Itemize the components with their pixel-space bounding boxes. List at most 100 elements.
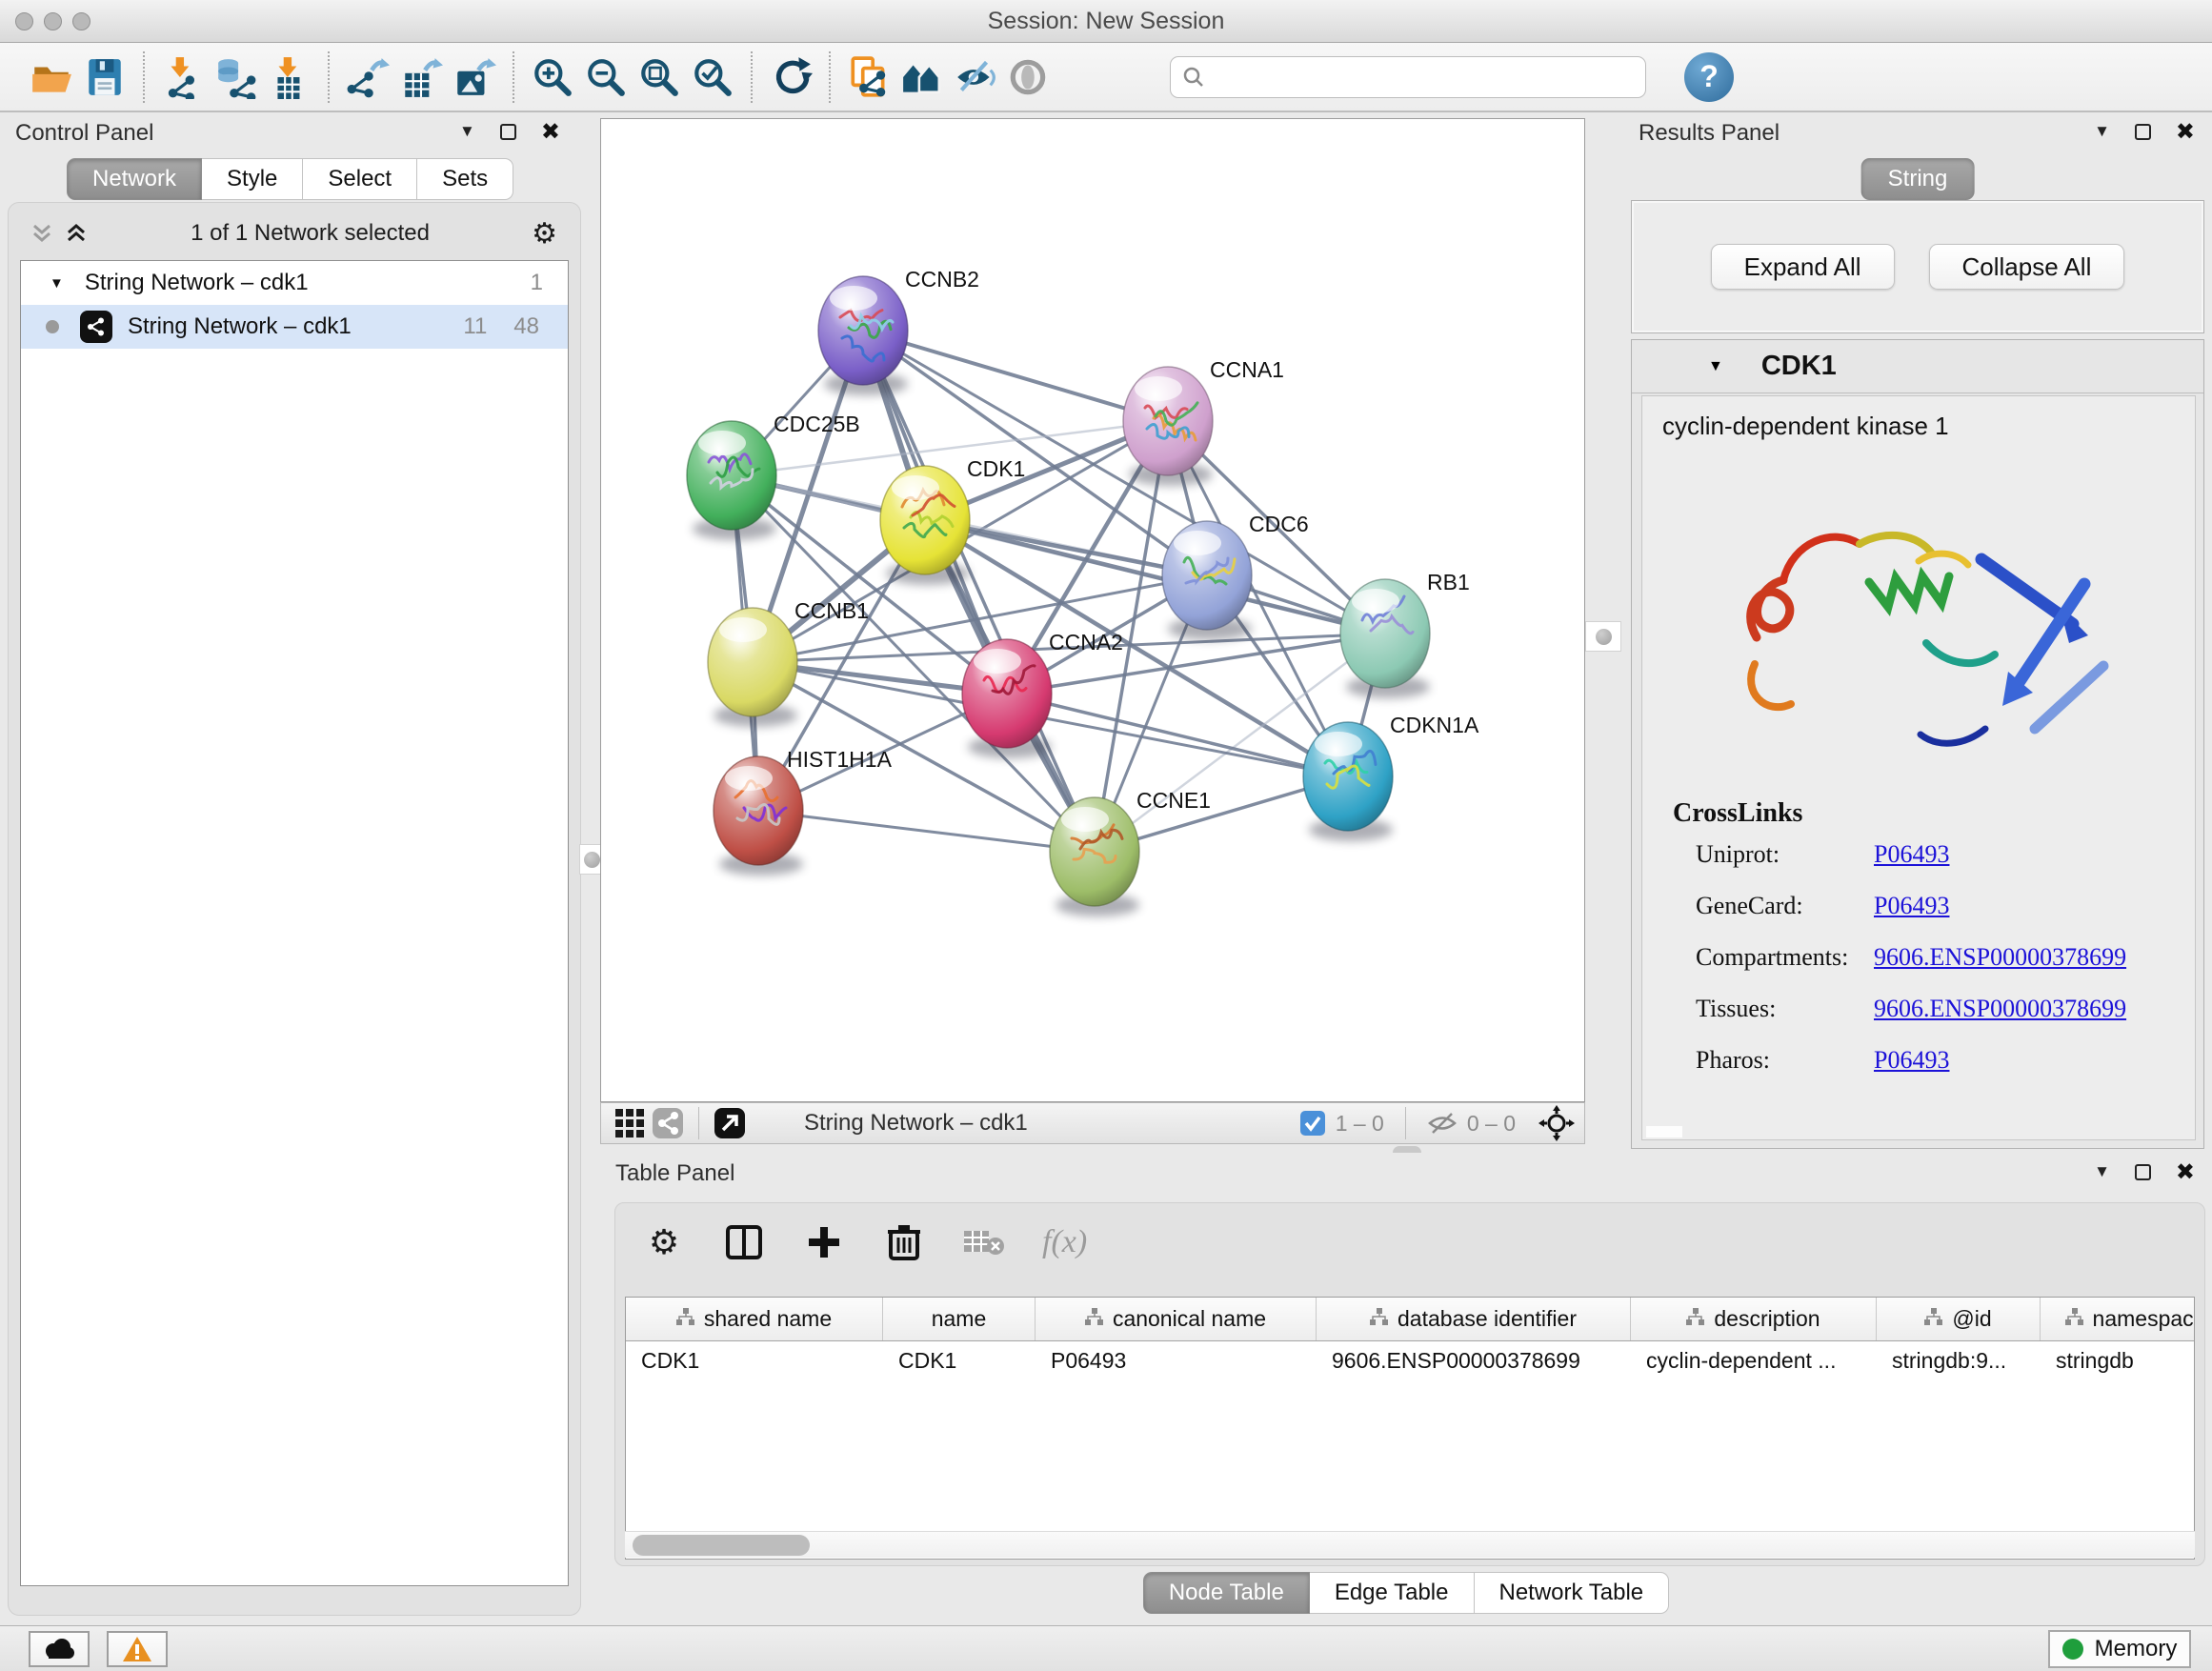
- expand-all-chevrons-icon[interactable]: [64, 221, 89, 246]
- column-header-name[interactable]: name: [883, 1298, 1036, 1340]
- show-all-button[interactable]: [1002, 50, 1056, 105]
- network-edges[interactable]: [732, 331, 1385, 852]
- entry-expander-icon[interactable]: ▼: [1708, 358, 1723, 375]
- export-network-button[interactable]: [341, 50, 394, 105]
- network-graph[interactable]: CCNB2 CCNA1 CDC25B CDK1 CDC6 RB1 CCNB1 C…: [601, 119, 1586, 1103]
- apply-layout-button[interactable]: [764, 50, 817, 105]
- network-node-rb1[interactable]: RB1: [1340, 570, 1470, 688]
- collapse-all-button[interactable]: Collapse All: [1929, 244, 2125, 290]
- crosslink-link[interactable]: 9606.ENSP00000378699: [1874, 943, 2126, 972]
- save-session-button[interactable]: [78, 50, 131, 105]
- crosslink-link[interactable]: 9606.ENSP00000378699: [1874, 995, 2126, 1023]
- table-cell[interactable]: CDK1: [883, 1341, 1036, 1379]
- network-node-cdkn1a[interactable]: CDKN1A: [1303, 713, 1479, 831]
- search-box[interactable]: [1170, 56, 1646, 98]
- network-node-ccne1[interactable]: CCNE1: [1050, 788, 1211, 906]
- network-node-ccna2[interactable]: CCNA2: [962, 630, 1123, 748]
- network-edge[interactable]: [863, 331, 1095, 852]
- column-header-canonical-name[interactable]: canonical name: [1036, 1298, 1317, 1340]
- table-cell[interactable]: CDK1: [626, 1341, 883, 1379]
- zoom-out-button[interactable]: [579, 50, 633, 105]
- new-network-from-selection-button[interactable]: [842, 50, 895, 105]
- tab-sets[interactable]: Sets: [417, 158, 513, 200]
- table-panel-float-icon[interactable]: [2135, 1164, 2151, 1180]
- results-panel-close-icon[interactable]: ✖: [2176, 124, 2195, 140]
- network-node-cdc6[interactable]: CDC6: [1162, 512, 1309, 630]
- warning-button[interactable]: [107, 1631, 168, 1667]
- network-edge[interactable]: [863, 331, 1168, 421]
- import-table-button[interactable]: [263, 50, 316, 105]
- network-share-gray-icon[interactable]: [649, 1106, 687, 1140]
- memory-button[interactable]: Memory: [2048, 1630, 2191, 1668]
- cloud-button[interactable]: [29, 1631, 90, 1667]
- column-header-description[interactable]: description: [1631, 1298, 1877, 1340]
- export-image-button[interactable]: [448, 50, 501, 105]
- tree-expander-icon[interactable]: ▼: [50, 275, 64, 292]
- expand-all-button[interactable]: Expand All: [1711, 244, 1895, 290]
- network-node-hist1h1a[interactable]: HIST1H1A: [714, 747, 893, 865]
- table-options-gear-icon[interactable]: ⚙: [642, 1220, 686, 1264]
- tab-style[interactable]: Style: [202, 158, 303, 200]
- node-label: CDC6: [1249, 512, 1309, 536]
- network-row-selected[interactable]: String Network – cdk1 11 48: [21, 305, 568, 349]
- control-panel-float-icon[interactable]: [500, 124, 516, 140]
- zoom-fit-icon: [637, 55, 681, 99]
- results-scrollbar-corner[interactable]: [1646, 1126, 1682, 1137]
- table-panel-close-icon[interactable]: ✖: [2176, 1164, 2195, 1180]
- network-collection-row[interactable]: ▼ String Network – cdk1 1: [21, 261, 568, 305]
- selected-checkbox-icon[interactable]: [1299, 1110, 1326, 1137]
- column-header--id[interactable]: @id: [1877, 1298, 2041, 1340]
- tab-select[interactable]: Select: [303, 158, 417, 200]
- control-panel-menu-icon[interactable]: ▼: [459, 122, 475, 141]
- column-header-shared-name[interactable]: shared name: [626, 1298, 883, 1340]
- tab-network-table[interactable]: Network Table: [1475, 1572, 1670, 1614]
- open-session-button[interactable]: [25, 50, 78, 105]
- table-scrollbar-thumb[interactable]: [633, 1535, 810, 1556]
- search-input[interactable]: [1213, 65, 1634, 90]
- network-node-cdc25b[interactable]: CDC25B: [687, 412, 860, 530]
- results-panel-menu-icon[interactable]: ▼: [2094, 122, 2110, 141]
- control-panel-close-icon[interactable]: ✖: [541, 124, 560, 140]
- table-cell[interactable]: stringdb:9...: [1877, 1341, 2041, 1379]
- export-table-button[interactable]: [394, 50, 448, 105]
- table-cell[interactable]: stringdb: [2041, 1341, 2195, 1379]
- network-node-ccnb2[interactable]: CCNB2: [818, 267, 979, 385]
- zoom-in-button[interactable]: [526, 50, 579, 105]
- show-columns-icon[interactable]: [722, 1220, 766, 1264]
- delete-column-icon[interactable]: [882, 1220, 926, 1264]
- network-canvas[interactable]: CCNB2 CCNA1 CDC25B CDK1 CDC6 RB1 CCNB1 C…: [600, 118, 1585, 1102]
- birdseye-grid-icon[interactable]: [611, 1106, 649, 1140]
- hide-selected-button[interactable]: [949, 50, 1002, 105]
- crosslink-link[interactable]: P06493: [1874, 892, 1949, 920]
- tab-string[interactable]: String: [1861, 158, 1975, 200]
- tab-edge-table[interactable]: Edge Table: [1310, 1572, 1475, 1614]
- table-cell[interactable]: cyclin-dependent ...: [1631, 1341, 1877, 1379]
- table-panel-menu-icon[interactable]: ▼: [2094, 1162, 2110, 1181]
- column-header-namespace[interactable]: namespace: [2041, 1298, 2195, 1340]
- table-cell[interactable]: 9606.ENSP00000378699: [1317, 1341, 1631, 1379]
- crosslink-link[interactable]: P06493: [1874, 1046, 1949, 1075]
- first-neighbors-button[interactable]: [895, 50, 949, 105]
- tab-node-table[interactable]: Node Table: [1143, 1572, 1310, 1614]
- table-horizontal-scrollbar[interactable]: [625, 1531, 2195, 1558]
- toolbar-separator: [513, 51, 514, 103]
- node-position-crosshair-icon[interactable]: [1538, 1105, 1575, 1141]
- zoom-fit-button[interactable]: [633, 50, 686, 105]
- tab-network[interactable]: Network: [67, 158, 202, 200]
- network-edge[interactable]: [758, 811, 1095, 852]
- import-network-database-button[interactable]: [210, 50, 263, 105]
- zoom-selected-button[interactable]: [686, 50, 739, 105]
- table-row[interactable]: CDK1CDK1P064939606.ENSP00000378699cyclin…: [626, 1341, 2194, 1379]
- column-header-database-identifier[interactable]: database identifier: [1317, 1298, 1631, 1340]
- collapse-all-chevrons-icon[interactable]: [30, 221, 54, 246]
- open-in-new-window-icon[interactable]: [711, 1106, 749, 1140]
- results-panel-float-icon[interactable]: [2135, 124, 2151, 140]
- import-network-file-button[interactable]: [156, 50, 210, 105]
- table-cell[interactable]: P06493: [1036, 1341, 1317, 1379]
- node-entry-header[interactable]: ▼ CDK1: [1632, 340, 2203, 393]
- right-splitter-handle[interactable]: [1585, 621, 1621, 652]
- create-column-icon[interactable]: [802, 1220, 846, 1264]
- network-options-gear-icon[interactable]: ⚙: [532, 217, 557, 251]
- help-button[interactable]: ?: [1684, 52, 1734, 102]
- crosslink-link[interactable]: P06493: [1874, 840, 1949, 869]
